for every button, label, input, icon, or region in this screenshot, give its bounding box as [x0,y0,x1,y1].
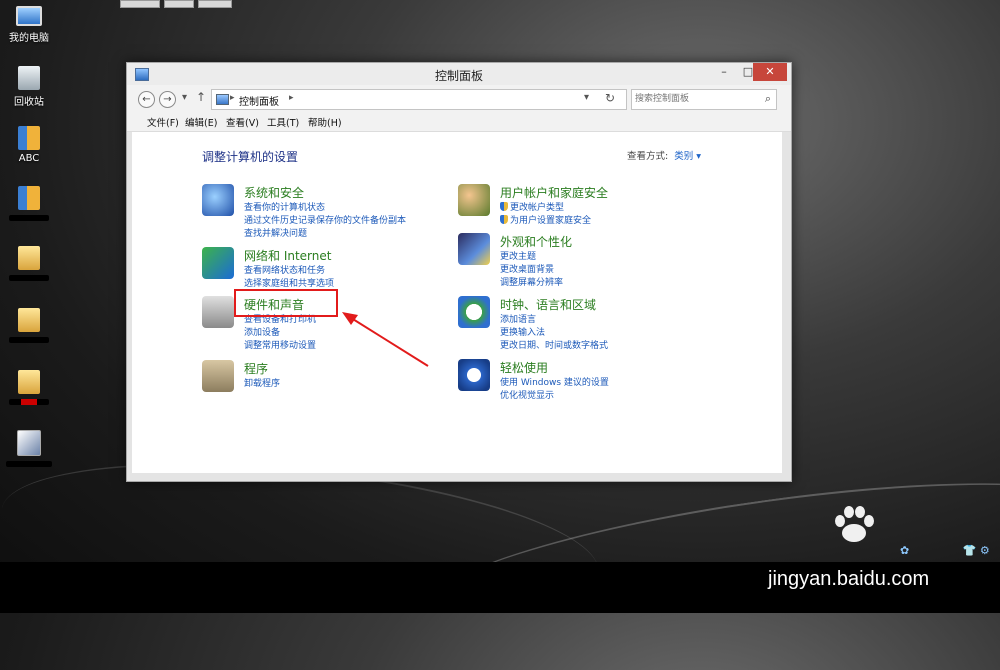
security-shield-icon[interactable] [202,184,234,216]
desktop-icon-office[interactable] [6,186,52,224]
desktop-icon-app[interactable] [6,430,52,470]
category-link[interactable]: 查看你的计算机状态 [244,200,325,213]
view-by: 查看方式: 类别 ▾ [627,148,701,162]
printer-speaker-icon[interactable] [202,296,234,328]
category-link[interactable]: 更改主题 [500,249,536,262]
tray-icons: ✿ 👕 ⚙ [900,544,990,557]
desktop-icon-label: ABC [18,153,40,164]
category-link[interactable]: 卸载程序 [244,376,280,389]
category-title[interactable]: 时钟、语言和区域 [500,296,596,313]
category-link[interactable]: 使用 Windows 建议的设置 [500,375,609,388]
recycle-bin-icon [18,66,40,90]
folder-icon [18,308,40,332]
category-title[interactable]: 用户帐户和家庭安全 [500,184,608,201]
category-title[interactable]: 网络和 Internet [244,247,331,264]
shirt-icon: 👕 [962,544,977,557]
desktop-icon-folder[interactable] [6,308,52,346]
window-fragment [198,0,232,8]
menu-view[interactable]: 查看(V) [226,115,259,129]
chevron-right-icon[interactable]: ▸ [230,93,235,103]
redacted-label [9,337,49,343]
view-by-dropdown[interactable]: 类别 ▾ [674,151,701,162]
redacted-label [9,215,49,221]
address-bar[interactable]: ▸ 控制面板 ▸ ▾ ↻ [211,89,627,110]
category-link[interactable]: 调整常用移动设置 [244,338,316,351]
category-link[interactable]: 优化视觉显示 [500,388,554,401]
control-panel-icon [216,94,229,105]
desktop-icon-folder[interactable] [6,370,52,408]
menu-bar: 文件(F) 编辑(E) 查看(V) 工具(T) 帮助(H) [127,113,791,132]
category-link[interactable]: 更改帐户类型 [500,200,564,213]
folder-icon [18,246,40,270]
menu-edit[interactable]: 编辑(E) [185,115,217,129]
category-link[interactable]: 更换输入法 [500,325,545,338]
category-link[interactable]: 为用户设置家庭安全 [500,213,591,226]
clock-globe-icon[interactable] [458,296,490,328]
category-title[interactable]: 外观和个性化 [500,233,572,250]
ease-of-access-icon[interactable] [458,359,490,391]
category-link[interactable]: 选择家庭组和共享选项 [244,276,334,289]
window-title: 控制面板 [434,69,483,83]
category-title[interactable]: 系统和安全 [244,184,304,201]
folder-icon [18,370,40,394]
menu-tools[interactable]: 工具(T) [267,115,299,129]
category-title[interactable]: 程序 [244,360,268,377]
redacted-label [9,275,49,281]
category-title[interactable]: 轻松使用 [500,359,548,376]
category-link[interactable]: 调整屏幕分辨率 [500,275,563,288]
desktop-icon-folder[interactable] [6,246,52,284]
address-dropdown-icon[interactable]: ▾ [584,92,589,103]
network-globe-icon[interactable] [202,247,234,279]
watermark-url: jingyan.baidu.com [768,568,930,590]
search-icon[interactable]: ⌕ [765,92,771,106]
computer-icon [16,6,42,26]
window-fragment [164,0,194,8]
window-fragment [120,0,160,8]
category-link[interactable]: 查找并解决问题 [244,226,307,239]
menu-help[interactable]: 帮助(H) [308,115,342,129]
category-link[interactable]: 通过文件历史记录保存你的文件备份副本 [244,213,406,226]
control-panel-window: 控制面板 – □ ✕ ← → ▾ ↑ ▸ 控制面板 ▸ ▾ ↻ ⌕ 文件(F) … [126,62,792,482]
breadcrumb-control-panel[interactable]: 控制面板 [239,93,279,108]
appearance-icon[interactable] [458,233,490,265]
forward-button[interactable]: → [159,91,176,108]
category-link[interactable]: 添加设备 [244,325,280,338]
refresh-icon[interactable]: ↻ [605,91,615,105]
close-button[interactable]: ✕ [753,63,787,81]
up-arrow-icon[interactable]: ↑ [196,90,206,104]
book-icon [18,126,40,150]
category-link[interactable]: 查看网络状态和任务 [244,263,325,276]
category-link[interactable]: 更改桌面背景 [500,262,554,275]
desktop-icon-recycle-bin[interactable]: 回收站 [6,66,52,108]
desktop-icon-label: 回收站 [14,97,44,108]
users-icon[interactable] [458,184,490,216]
menu-file[interactable]: 文件(F) [147,115,179,129]
application-icon [17,430,41,456]
view-by-label: 查看方式: [627,151,669,162]
chevron-right-icon[interactable]: ▸ [289,93,294,103]
category-link[interactable]: 添加语言 [500,312,536,325]
page-heading: 调整计算机的设置 [202,150,299,164]
back-button[interactable]: ← [138,91,155,108]
minimize-button[interactable]: – [711,63,737,81]
search-input[interactable] [635,92,753,106]
baidu-paw-logo [835,506,874,542]
redacted-label [9,399,49,405]
office-icon [18,186,40,210]
flower-icon: ✿ [900,544,910,557]
content-area: 调整计算机的设置 查看方式: 类别 ▾ 系统和安全 查看你的计算机状态 通过文件历… [132,132,782,473]
redacted-label [6,461,52,467]
gear-icon: ⚙ [979,544,990,557]
recent-locations-dropdown-icon[interactable]: ▾ [182,92,187,103]
programs-icon[interactable] [202,360,234,392]
search-box[interactable]: ⌕ [631,89,777,110]
desktop-icon-abc[interactable]: ABC [6,126,52,164]
desktop-icon-label: 我的电脑 [9,33,49,44]
desktop-icon-computer[interactable]: 我的电脑 [6,6,52,44]
title-bar[interactable]: 控制面板 – □ ✕ [127,63,791,85]
category-link[interactable]: 更改日期、时间或数字格式 [500,338,608,351]
annotation-highlight-box [234,289,338,317]
address-row: ← → ▾ ↑ ▸ 控制面板 ▸ ▾ ↻ ⌕ [127,85,791,113]
